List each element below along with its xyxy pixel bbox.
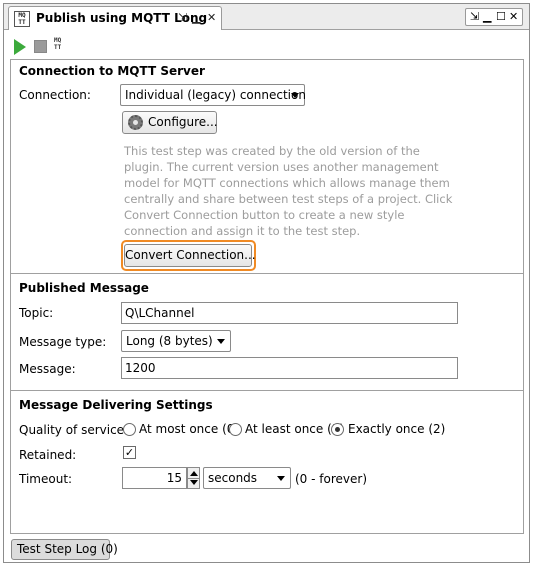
message-type-label: Message type: (19, 335, 107, 349)
retained-label: Retained: (19, 448, 77, 462)
qos-option-2-label: Exactly once (2) (348, 422, 446, 436)
window-controls: ⇲ ▁ ☐ ✕ (465, 8, 523, 26)
qos-option-0-label: At most once (0) (139, 422, 240, 436)
connection-section-title: Connection to MQTT Server (19, 64, 205, 78)
close-icon[interactable]: ✕ (509, 10, 518, 23)
topic-label: Topic: (19, 306, 54, 320)
timeout-unit-value: seconds (208, 471, 258, 485)
topic-input[interactable]: Q\LChannel (121, 302, 458, 324)
message-input[interactable]: 1200 (121, 357, 458, 379)
tab-bar: MQ TT Publish using MQTT Long ⇲ ▁ ✕ ⇲ ▁ … (4, 4, 529, 30)
mqtt-tab-icon: MQ TT (14, 11, 30, 27)
timeout-hint: (0 - forever) (295, 472, 367, 486)
chevron-down-icon (291, 93, 299, 98)
chevron-down-icon (277, 476, 285, 481)
message-label: Message: (19, 362, 76, 376)
message-type-value: Long (8 bytes) (126, 334, 213, 348)
legacy-connection-description: This test step was created by the old ve… (124, 144, 453, 238)
timeout-spinner[interactable] (187, 467, 200, 489)
toolbar: MQ TT (10, 37, 90, 57)
spinner-divider (188, 478, 199, 479)
tab-pin-icon[interactable]: ⇲ (178, 11, 187, 24)
chevron-down-icon (217, 339, 225, 344)
connection-dropdown-value: Individual (legacy) connection (125, 88, 306, 102)
message-type-dropdown[interactable]: Long (8 bytes) (121, 330, 231, 352)
configure-button[interactable]: Configure... (122, 111, 218, 134)
configure-button-label: Configure... (148, 115, 218, 129)
connection-label: Connection: (19, 88, 91, 102)
convert-connection-button[interactable]: Convert Connection... (124, 244, 256, 267)
tab-minimize-icon[interactable]: ▁ (192, 11, 200, 24)
minimize-icon[interactable]: ▁ (483, 10, 491, 23)
qos-radio-2[interactable] (331, 423, 344, 436)
convert-connection-label: Convert Connection... (125, 248, 256, 262)
qos-radio-0[interactable] (123, 423, 136, 436)
maximize-icon[interactable]: ☐ (496, 10, 506, 23)
pin-icon[interactable]: ⇲ (470, 10, 479, 23)
published-message-title: Published Message (19, 281, 149, 295)
tab-publish-using-mqtt-long[interactable]: MQ TT Publish using MQTT Long ⇲ ▁ ✕ (8, 6, 222, 30)
test-step-window: MQ TT Publish using MQTT Long ⇲ ▁ ✕ ⇲ ▁ … (3, 3, 530, 563)
spinner-up-icon[interactable] (190, 471, 198, 476)
run-icon[interactable] (14, 39, 26, 55)
delivery-settings-title: Message Delivering Settings (19, 398, 213, 412)
gear-icon (128, 115, 143, 130)
timeout-input[interactable]: 15 (122, 467, 187, 489)
spinner-down-icon[interactable] (190, 480, 198, 485)
qos-label: Quality of service: (19, 423, 129, 437)
retained-checkbox[interactable]: ✓ (123, 446, 136, 459)
step-editor-panel: Connection to MQTT Server Connection: In… (10, 59, 524, 534)
qos-option-1-label: At least once (1) (245, 422, 345, 436)
timeout-label: Timeout: (19, 472, 73, 486)
test-step-log-tab[interactable]: Test Step Log (0) (11, 539, 118, 560)
timeout-unit-dropdown[interactable]: seconds (203, 467, 291, 489)
section-divider (11, 390, 523, 391)
stop-icon[interactable] (34, 40, 47, 53)
mqtt-icon[interactable]: MQ TT (54, 37, 70, 55)
qos-radio-1[interactable] (229, 423, 242, 436)
section-divider (11, 273, 523, 274)
tab-close-icon[interactable]: ✕ (207, 11, 216, 24)
connection-dropdown[interactable]: Individual (legacy) connection (120, 84, 306, 106)
